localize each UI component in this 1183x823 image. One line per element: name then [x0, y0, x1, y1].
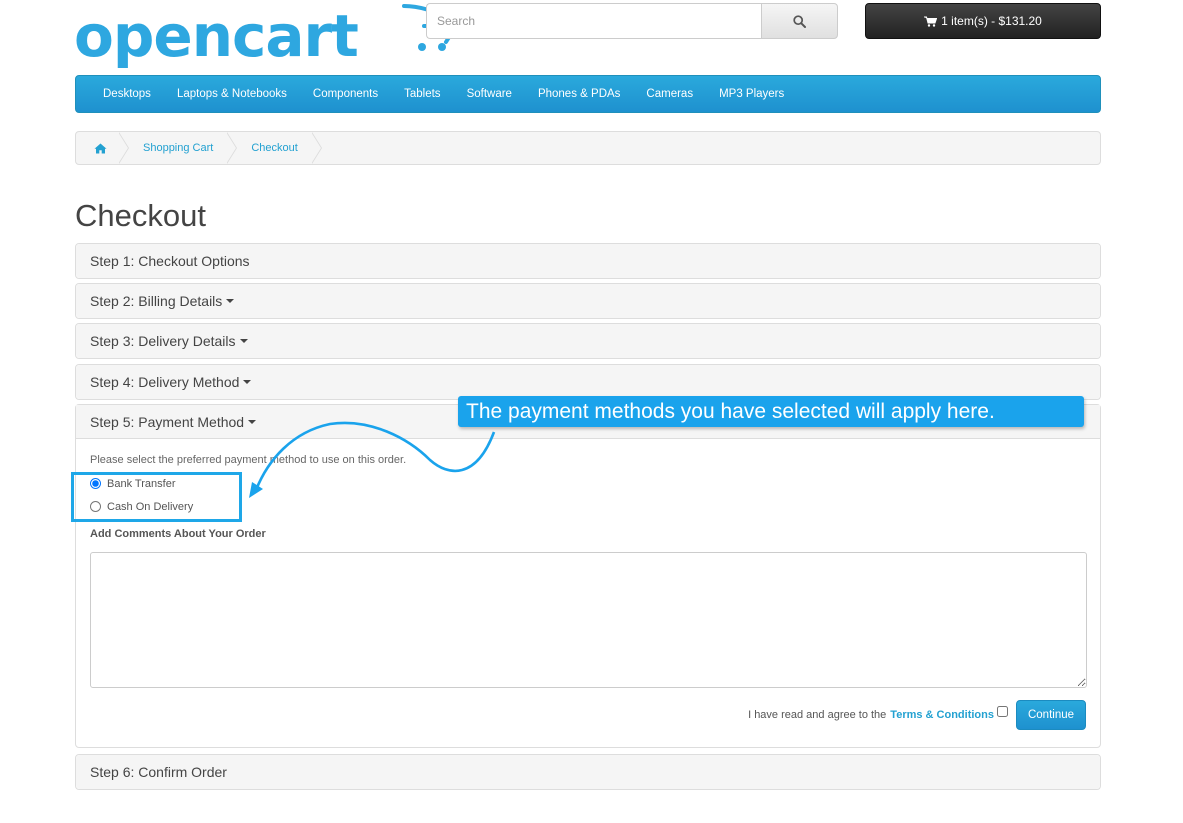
menu-item-tablets[interactable]: Tablets	[391, 88, 453, 100]
step-3-title: Step 3: Delivery Details	[90, 333, 236, 349]
annotation-arrow-icon	[249, 421, 496, 498]
payment-options-highlight	[71, 472, 242, 522]
step-6-heading[interactable]: Step 6: Confirm Order	[76, 755, 1100, 789]
page-title: Checkout	[75, 198, 206, 233]
annotation-callout: The payment methods you have selected wi…	[458, 396, 1084, 427]
opencart-logo[interactable]: opencart	[74, 2, 474, 70]
search-input[interactable]	[426, 3, 761, 39]
step-4-heading[interactable]: Step 4: Delivery Method	[76, 365, 1100, 399]
terms-link[interactable]: Terms & Conditions	[890, 709, 994, 721]
step-5-title: Step 5: Payment Method	[90, 413, 245, 430]
menu-item-laptops[interactable]: Laptops & Notebooks	[164, 88, 300, 100]
menu-item-phones[interactable]: Phones & PDAs	[525, 88, 633, 100]
home-icon	[94, 143, 107, 153]
comments-label: Add Comments About Your Order	[90, 528, 266, 540]
step-4-title: Step 4: Delivery Method	[90, 374, 240, 390]
cart-total: 1 item(s) - $131.20	[941, 14, 1042, 28]
breadcrumb: Shopping Cart Checkout	[75, 131, 1101, 165]
breadcrumb-checkout[interactable]: Checkout	[235, 132, 323, 164]
step-6-panel: Step 6: Confirm Order	[75, 754, 1101, 790]
step-6-title: Step 6: Confirm Order	[90, 764, 227, 780]
logo-text: opencart	[74, 2, 359, 70]
step-1-panel: Step 1: Checkout Options	[75, 243, 1101, 279]
menu-item-software[interactable]: Software	[454, 88, 525, 100]
menu-item-desktops[interactable]: Desktops	[90, 88, 164, 100]
caret-down-icon	[243, 380, 252, 384]
agree-row: I have read and agree to the Terms & Con…	[90, 700, 1086, 730]
shopping-cart-icon	[924, 16, 938, 27]
category-menu: Desktops Laptops & Notebooks Components …	[75, 75, 1101, 113]
search-icon	[793, 14, 806, 28]
step-5-panel: Step 5: Payment Method Please select the…	[75, 404, 1101, 748]
step-2-panel: Step 2: Billing Details	[75, 283, 1101, 319]
step-4-panel: Step 4: Delivery Method	[75, 364, 1101, 400]
caret-down-icon	[239, 339, 248, 343]
menu-item-cameras[interactable]: Cameras	[633, 88, 706, 100]
step-2-heading[interactable]: Step 2: Billing Details	[76, 284, 1100, 318]
breadcrumb-home[interactable]	[76, 132, 129, 164]
step-1-heading[interactable]: Step 1: Checkout Options	[76, 244, 1100, 278]
breadcrumb-shopping-cart[interactable]: Shopping Cart	[127, 132, 238, 164]
step-2-title: Step 2: Billing Details	[90, 293, 223, 309]
search-button[interactable]	[761, 3, 838, 39]
menu-item-mp3[interactable]: MP3 Players	[706, 88, 797, 100]
search-bar	[426, 3, 838, 39]
agree-text: I have read and agree to the	[748, 709, 887, 721]
caret-down-icon	[226, 299, 235, 303]
comments-textarea[interactable]	[90, 552, 1087, 688]
cart-button[interactable]: 1 item(s) - $131.20	[865, 3, 1101, 39]
step-3-heading[interactable]: Step 3: Delivery Details	[76, 324, 1100, 358]
step-1-title: Step 1: Checkout Options	[90, 253, 250, 269]
continue-button[interactable]: Continue	[1016, 700, 1086, 730]
menu-item-components[interactable]: Components	[300, 88, 391, 100]
step-3-panel: Step 3: Delivery Details	[75, 323, 1101, 359]
agree-checkbox[interactable]	[997, 705, 1008, 717]
